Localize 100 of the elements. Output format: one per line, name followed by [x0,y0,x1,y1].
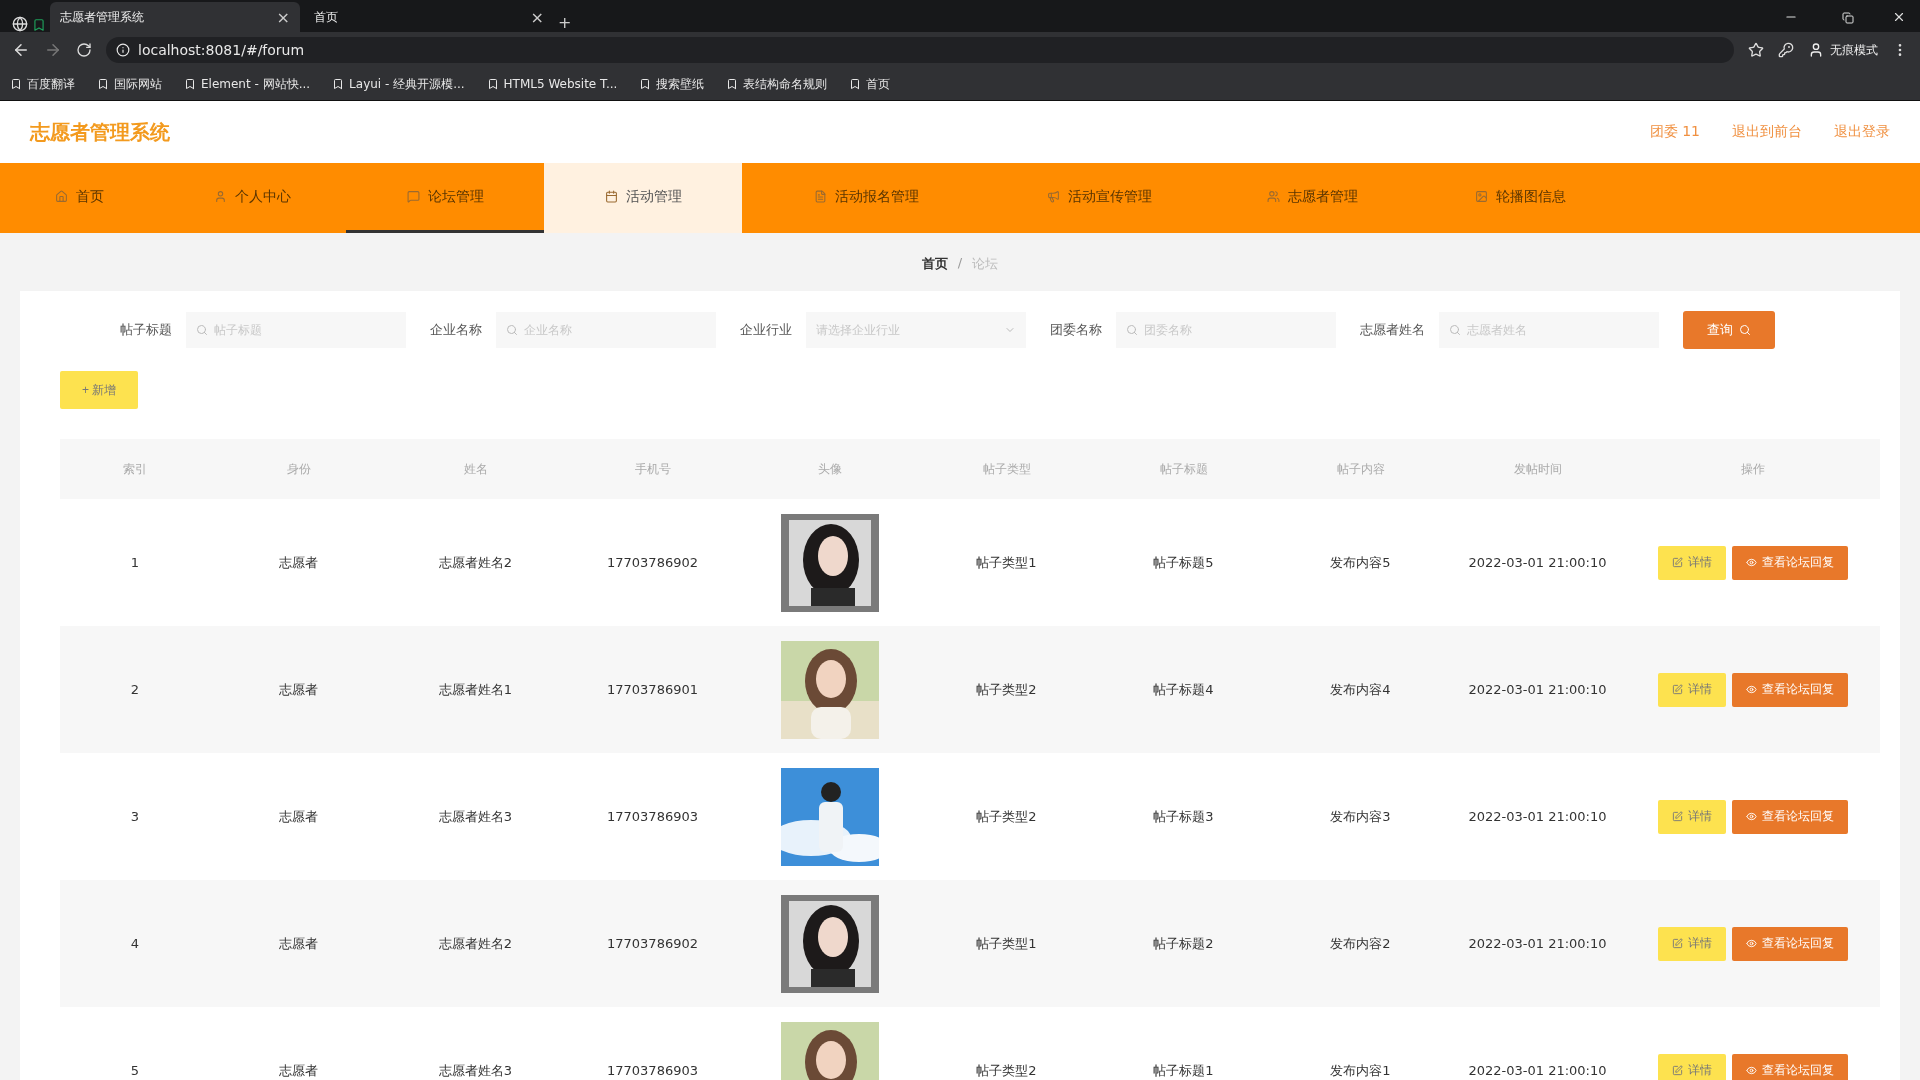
eye-icon [1746,938,1757,949]
bookmark[interactable]: 百度翻译 [10,75,75,93]
nav-icon [813,190,827,203]
restore-icon[interactable] [1842,12,1854,24]
breadcrumb-separator: / [957,255,963,272]
star-icon[interactable] [1748,42,1764,58]
bookmark[interactable]: 国际网站 [97,75,162,93]
nav-icon [1266,190,1280,203]
table-cell-text: 1 [129,555,141,570]
nav-icon [213,190,227,203]
eye-icon [1746,557,1757,568]
column-header: 操作 [1740,460,1766,478]
table-cell-text: 发布内容3 [1329,807,1392,826]
nav-item[interactable]: 活动宣传管理 [990,163,1208,233]
table-cell-text: 17703786903 [606,1063,699,1078]
replies-button[interactable]: 查看论坛回复 [1732,926,1848,961]
nav-item[interactable]: 轮播图信息 [1416,163,1624,233]
nav-item[interactable]: 首页 [0,163,158,233]
nav-icon [1046,190,1060,203]
search-icon [196,324,208,336]
details-button[interactable]: 详情 [1658,799,1726,834]
table-cell-text: 17703786901 [606,682,699,697]
edit-icon [1672,557,1683,568]
new-tab-button[interactable]: + [558,13,572,32]
table-cell-text: 2022-03-01 21:00:10 [1467,555,1608,570]
profile-button[interactable]: 无痕模式 [1808,41,1878,59]
field-label: 帖子标题 [120,321,172,339]
browser-tab[interactable]: 首页 × [304,2,554,32]
details-button[interactable]: 详情 [1658,1053,1726,1080]
eye-icon [1746,811,1757,822]
column-header: 姓名 [462,460,489,478]
back-icon[interactable] [12,41,30,59]
close-icon[interactable] [1892,10,1906,24]
column-header: 帖子标题 [1158,460,1209,478]
table-cell-text: 帖子类型1 [975,553,1038,572]
bookmark[interactable]: 首页 [849,75,891,93]
table-cell-text: 志愿者姓名3 [437,1061,514,1080]
table-cell-text: 志愿者姓名1 [437,680,514,699]
bookmark[interactable]: Element - 网站快... [184,75,311,93]
eye-icon [1746,684,1757,695]
table-cell-text: 发布内容2 [1329,934,1392,953]
address-field[interactable]: localhost:8081/#/forum [106,37,1734,63]
close-tab-button[interactable]: × [276,7,290,27]
nav-icon [1474,190,1488,203]
details-button[interactable]: 详情 [1658,926,1726,961]
search-button[interactable]: 查询 [1683,311,1775,349]
header-link[interactable]: 退出到前台 [1732,123,1802,141]
header-link[interactable]: 退出登录 [1834,123,1890,141]
table-cell-text: 志愿者姓名3 [437,807,514,826]
edit-icon [1672,1065,1683,1076]
bookmark[interactable]: 搜索壁纸 [639,75,705,93]
table-cell-text: 志愿者姓名2 [437,934,514,953]
breadcrumb-item[interactable]: 首页 [921,255,948,273]
bookmark-icon [332,78,345,90]
table-cell-text: 发布内容1 [1329,1061,1392,1080]
bookmark-icon [726,78,739,90]
column-header: 头像 [816,460,843,478]
table-cell-text: 4 [129,936,141,951]
bookmark-icon [639,78,652,90]
user-icon [1808,42,1824,58]
add-button[interactable]: + 新增 [60,371,139,409]
field-label: 企业名称 [430,321,482,339]
key-icon[interactable] [1778,42,1794,58]
table-cell-text: 帖子类型2 [975,680,1038,699]
replies-button[interactable]: 查看论坛回复 [1732,799,1848,834]
globe-icon[interactable] [12,16,28,32]
bookmark[interactable]: 表结构命名规则 [726,75,828,93]
forward-icon[interactable] [44,41,62,59]
browser-tab[interactable]: 志愿者管理系统 × [50,2,300,32]
search-icon [1739,324,1751,336]
column-header: 身份 [285,460,312,478]
details-button[interactable]: 详情 [1658,672,1726,707]
replies-button[interactable]: 查看论坛回复 [1732,672,1848,707]
table-cell-text: 帖子类型2 [975,1061,1038,1080]
table-cell-text: 17703786903 [606,809,699,824]
bookmark-icon [184,78,196,90]
table-cell-text: 17703786902 [606,555,699,570]
table-cell-text: 17703786902 [606,936,699,951]
nav-icon [406,190,420,203]
bookmark[interactable]: HTML5 Website T... [486,77,618,91]
table-cell-text: 2022-03-01 21:00:10 [1467,809,1608,824]
bookmark[interactable]: Layui - 经典开源模... [332,75,465,93]
nav-icon [604,190,618,203]
column-header: 发帖时间 [1512,460,1563,478]
close-tab-button[interactable]: × [530,7,544,27]
nav-item[interactable]: 活动管理 [544,163,742,233]
header-link[interactable]: 团委 11 [1649,123,1700,141]
details-button[interactable]: 详情 [1658,545,1726,580]
table-cell-text: 帖子标题5 [1152,553,1215,572]
nav-item[interactable]: 个人中心 [158,163,346,233]
search-icon [506,324,518,336]
table-cell-text: 志愿者 [278,680,319,699]
app-title: 志愿者管理系统 [30,118,171,146]
replies-button[interactable]: 查看论坛回复 [1732,1053,1848,1080]
table-cell-text: 志愿者 [278,807,319,826]
replies-button[interactable]: 查看论坛回复 [1732,545,1848,580]
nav-item[interactable]: 志愿者管理 [1208,163,1416,233]
reload-icon[interactable] [76,42,92,58]
edit-icon [1672,938,1683,949]
nav-item[interactable]: 活动报名管理 [742,163,990,233]
